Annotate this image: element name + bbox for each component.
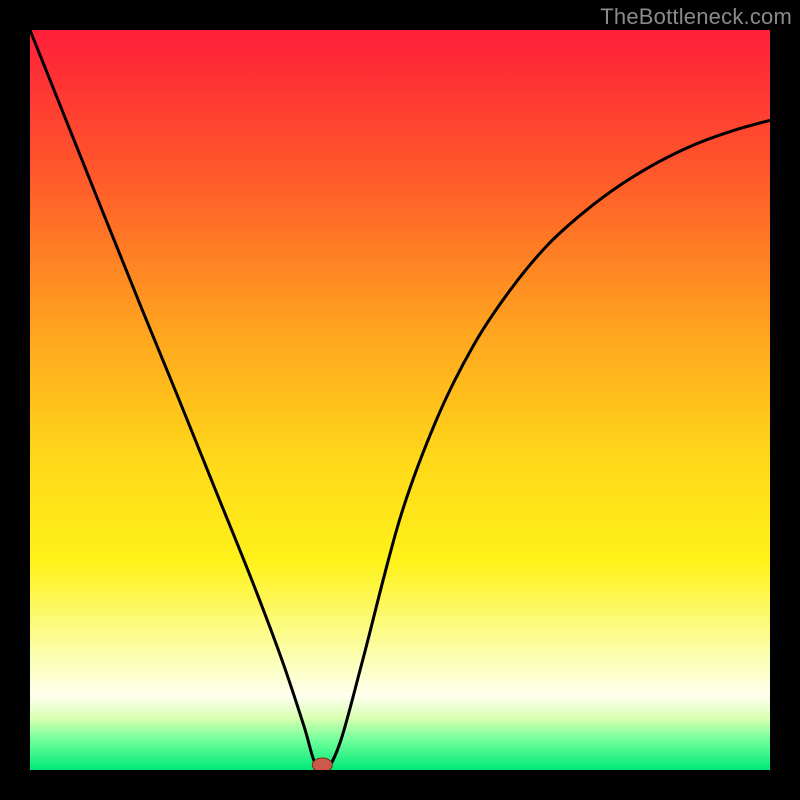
chart-frame: TheBottleneck.com xyxy=(0,0,800,800)
minimum-marker xyxy=(312,758,332,770)
bottleneck-chart xyxy=(30,30,770,770)
gradient-background xyxy=(30,30,770,770)
plot-area xyxy=(30,30,770,770)
attribution-label: TheBottleneck.com xyxy=(600,4,792,30)
